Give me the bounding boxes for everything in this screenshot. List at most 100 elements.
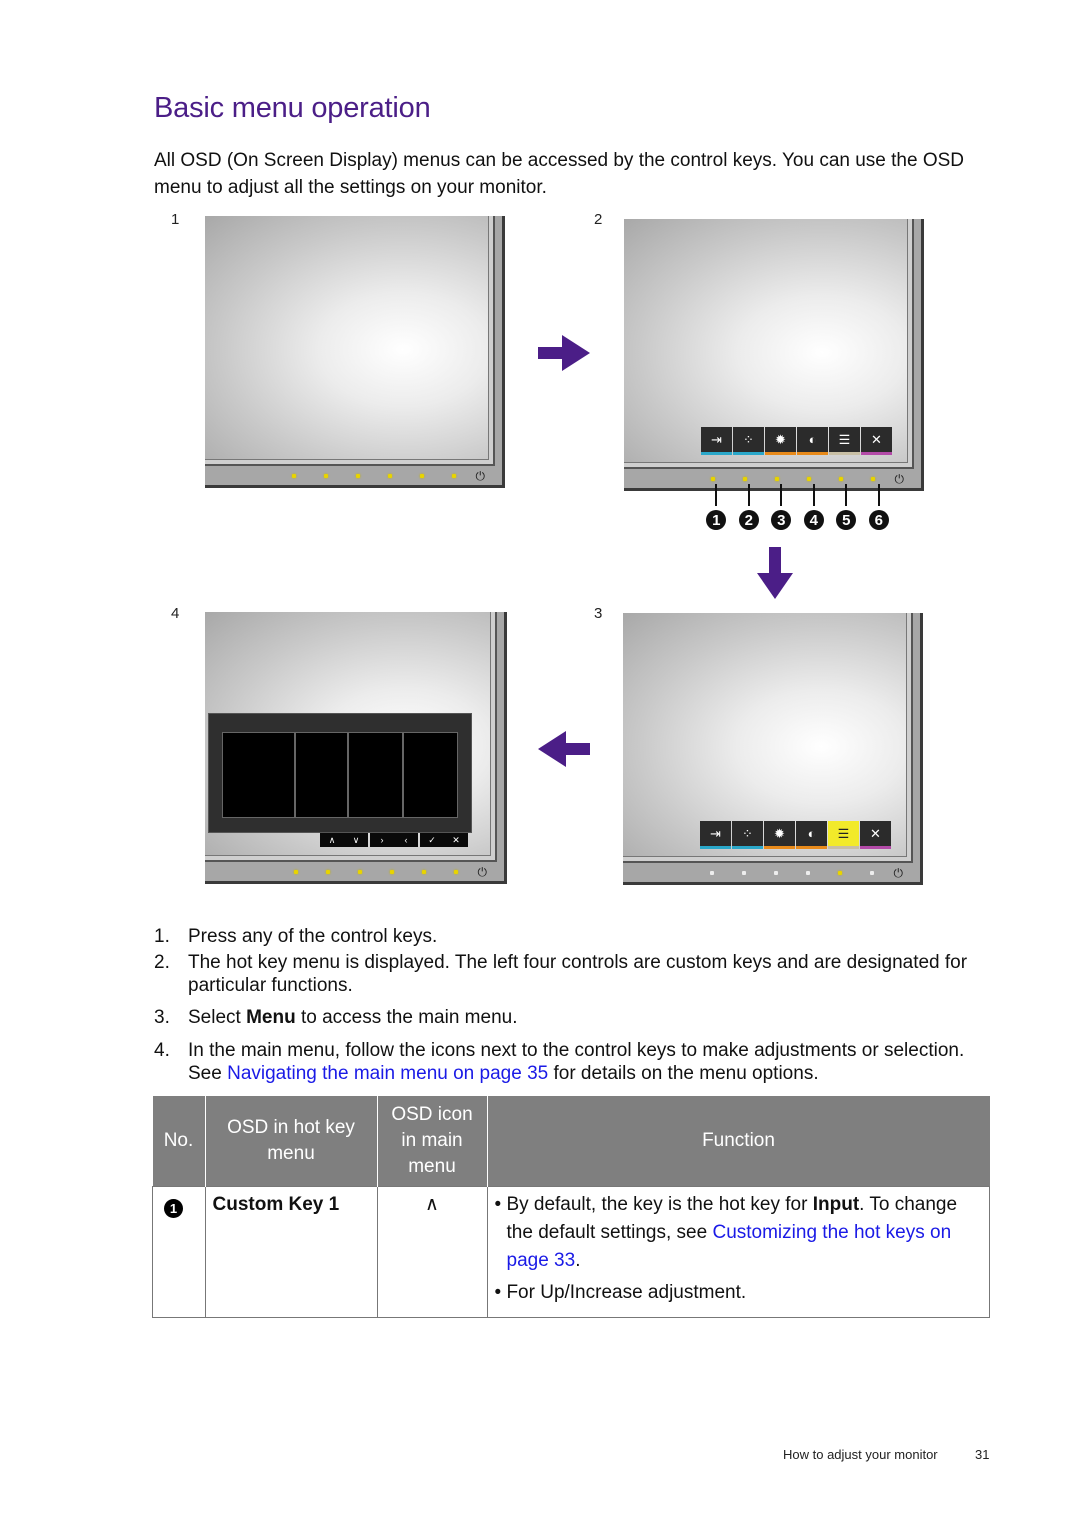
key-number-5: 5 <box>836 510 857 530</box>
function-bullet-1: • By default, the key is the hot key for… <box>494 1194 958 1271</box>
hotkey-brightness-icon[interactable]: ✹ <box>764 821 795 849</box>
function-bullet-2: • For Up/Increase adjustment. <box>494 1282 747 1303</box>
control-key-2[interactable] <box>741 871 746 875</box>
control-key-2[interactable] <box>742 477 747 481</box>
main-menu-pane-3 <box>348 732 403 818</box>
cell-osd-hotkey: Custom Key 1 <box>204 1186 378 1318</box>
power-icon[interactable]: ⏻ <box>895 473 905 485</box>
header-osd-hotkey: OSD in hot key menu <box>205 1096 378 1187</box>
hotkey-brightness-icon[interactable]: ✹ <box>765 427 796 455</box>
header-no: No. <box>152 1096 206 1187</box>
hotkey-close-icon[interactable]: ✕ <box>860 821 891 849</box>
nav-right-icon[interactable]: › <box>370 833 394 847</box>
key-number-badge: 1 <box>164 1199 183 1218</box>
control-key-5[interactable] <box>419 474 424 478</box>
main-menu-osd <box>208 713 472 833</box>
control-keys: ⏻ <box>264 470 486 482</box>
control-key-4[interactable] <box>389 870 394 874</box>
nav-down-icon[interactable]: ∨ <box>344 833 368 847</box>
power-icon[interactable]: ⏻ <box>894 867 904 879</box>
header-function: Function <box>487 1096 990 1187</box>
power-icon[interactable]: ⏻ <box>478 866 488 878</box>
hotkey-menu-icon-selected[interactable]: ☰ <box>828 821 859 849</box>
step-text: for details on the menu options. <box>548 1063 819 1084</box>
cell-no: 1 <box>152 1186 206 1318</box>
bullet-text: By default, the key is the hot key for <box>506 1194 813 1215</box>
monitor-panel-3: ⇥ ⁘ ✹ ◐ ☰ ✕ ⏻ <box>623 613 923 885</box>
hotkey-picture-mode-icon[interactable]: ⁘ <box>733 427 764 455</box>
key-number-2: 2 <box>738 510 759 530</box>
control-key-6[interactable] <box>451 474 456 478</box>
navigating-main-menu-link[interactable]: Navigating the main menu on page 35 <box>227 1063 548 1084</box>
control-key-1[interactable] <box>710 477 715 481</box>
custom-key-label: Custom Key 1 <box>212 1194 340 1215</box>
monitor-screen <box>205 216 489 460</box>
main-menu-pane-2 <box>295 732 348 818</box>
hotkey-contrast-icon[interactable]: ◐ <box>797 427 828 455</box>
panel-label-4: 4 <box>171 605 180 622</box>
control-keys-table: No. OSD in hot key menu OSD icon in main… <box>152 1096 990 1318</box>
header-osd-icon: OSD icon in main menu <box>377 1096 488 1187</box>
hotkey-contrast-icon[interactable]: ◐ <box>796 821 827 849</box>
panel-label-2: 2 <box>594 211 603 228</box>
cell-osd-icon: ∧ <box>376 1186 488 1318</box>
arrow-right-icon <box>538 335 590 371</box>
step-4: 4. In the main menu, follow the icons ne… <box>154 1039 994 1085</box>
hotkey-input-icon[interactable]: ⇥ <box>701 427 732 455</box>
control-key-3[interactable] <box>773 871 778 875</box>
control-key-2[interactable] <box>323 474 328 478</box>
control-key-2[interactable] <box>325 870 330 874</box>
control-key-1[interactable] <box>291 474 296 478</box>
control-key-5[interactable] <box>838 477 843 481</box>
control-key-6[interactable] <box>453 870 458 874</box>
control-key-6[interactable] <box>869 871 874 875</box>
step-number: 3. <box>154 1007 170 1028</box>
control-key-4[interactable] <box>806 477 811 481</box>
hotkey-close-icon[interactable]: ✕ <box>861 427 892 455</box>
nav-left-icon[interactable]: ‹ <box>394 833 418 847</box>
monitor-panel-1: ⏻ <box>205 216 505 488</box>
control-key-3[interactable] <box>357 870 362 874</box>
page-number: 31 <box>975 1447 990 1462</box>
key-marker-1: 1 <box>700 484 733 530</box>
key-marker-2: 2 <box>733 484 766 530</box>
step-text: Press any of the control keys. <box>188 926 438 947</box>
key-number-3: 3 <box>771 510 792 530</box>
control-keys: ⏻ <box>266 866 488 878</box>
control-key-5[interactable] <box>421 870 426 874</box>
key-number-markers: 1 2 3 4 5 6 <box>700 484 895 530</box>
input-term: Input <box>812 1194 860 1215</box>
key-marker-4: 4 <box>798 484 831 530</box>
main-menu-nav-bar: ∧ ∨ › ‹ ✓ ✕ <box>320 833 468 847</box>
key-number-1: 1 <box>706 510 727 530</box>
arrow-down-icon <box>757 547 793 599</box>
main-menu-pane-4 <box>403 732 458 818</box>
monitor-panel-4: ∧ ∨ › ‹ ✓ ✕ ⏻ <box>205 612 507 884</box>
table-row: 1 Custom Key 1 ∧ • By default, the key i… <box>152 1186 990 1318</box>
step-3: 3. Select Menu to access the main menu. <box>154 1006 994 1029</box>
hotkey-input-icon[interactable]: ⇥ <box>700 821 731 849</box>
page-title: Basic menu operation <box>154 92 431 124</box>
step-text: to access the main menu. <box>295 1007 518 1028</box>
hotkey-menu-icon[interactable]: ☰ <box>829 427 860 455</box>
hotkey-picture-mode-icon[interactable]: ⁘ <box>732 821 763 849</box>
nav-close-icon[interactable]: ✕ <box>444 833 468 847</box>
control-key-1[interactable] <box>293 870 298 874</box>
control-key-4[interactable] <box>387 474 392 478</box>
nav-up-icon[interactable]: ∧ <box>320 833 344 847</box>
step-text: Select <box>188 1007 247 1028</box>
power-icon[interactable]: ⏻ <box>476 470 486 482</box>
monitor-panel-2: ⇥ ⁘ ✹ ◐ ☰ ✕ ⏻ <box>624 219 924 491</box>
key-number-4: 4 <box>803 510 824 530</box>
main-menu-pane-1 <box>222 732 295 818</box>
menu-term: Menu <box>246 1007 296 1028</box>
control-key-3[interactable] <box>355 474 360 478</box>
hot-key-menu: ⇥ ⁘ ✹ ◐ ☰ ✕ <box>701 427 893 455</box>
control-key-1[interactable] <box>709 871 714 875</box>
control-key-6[interactable] <box>870 477 875 481</box>
control-key-4[interactable] <box>805 871 810 875</box>
intro-paragraph: All OSD (On Screen Display) menus can be… <box>154 150 965 198</box>
nav-ok-icon[interactable]: ✓ <box>420 833 444 847</box>
control-key-3[interactable] <box>774 477 779 481</box>
control-key-5-pressed[interactable] <box>837 871 842 875</box>
